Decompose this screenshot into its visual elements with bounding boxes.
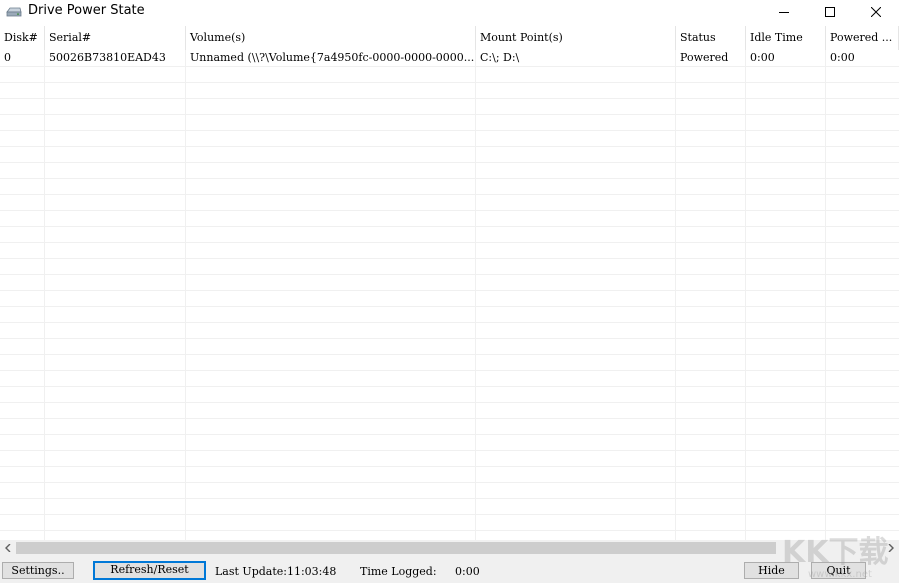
column-header-idle-time[interactable]: Idle Time	[746, 26, 826, 50]
grid-row-line	[0, 306, 899, 307]
grid-row-line	[0, 418, 899, 419]
grid-row-line	[0, 98, 899, 99]
grid-row-line	[0, 386, 899, 387]
window-title: Drive Power State	[28, 3, 145, 18]
title-bar[interactable]: Drive Power State	[0, 0, 899, 24]
grid-row-line	[0, 130, 899, 131]
grid-row-line	[0, 434, 899, 435]
cell-mount-points: C:\; D:\	[480, 51, 520, 64]
last-update-label: Last Update:11:03:48	[215, 565, 337, 578]
grid-row-line	[0, 354, 899, 355]
minimize-icon	[779, 12, 789, 13]
grid-column-line	[745, 50, 746, 540]
grid-row-line	[0, 242, 899, 243]
close-icon	[871, 7, 881, 17]
grid-row-line	[0, 146, 899, 147]
watermark-text: KK下载	[782, 535, 889, 570]
settings-button[interactable]: Settings..	[2, 562, 74, 579]
watermark-url: www.kkx.net	[808, 569, 872, 580]
grid-row-line	[0, 338, 899, 339]
cell-powered: 0:00	[830, 51, 855, 64]
time-logged-value: 0:00	[455, 565, 480, 578]
grid-row-line	[0, 82, 899, 83]
grid-row-line	[0, 498, 899, 499]
maximize-icon	[825, 7, 835, 17]
grid-row-line	[0, 274, 899, 275]
grid-row-line	[0, 370, 899, 371]
grid-row-line	[0, 290, 899, 291]
table-row[interactable]: 0 50026B73810EAD43 Unnamed (\\?\Volume{7…	[0, 50, 899, 66]
column-header-disk[interactable]: Disk#	[0, 26, 45, 50]
grid-row-line	[0, 322, 899, 323]
column-header-serial[interactable]: Serial#	[45, 26, 186, 50]
close-button[interactable]	[853, 0, 899, 24]
column-header-volumes[interactable]: Volume(s)	[186, 26, 476, 50]
grid-row-line	[0, 258, 899, 259]
cell-status: Powered	[680, 51, 729, 64]
column-header-status[interactable]: Status	[676, 26, 746, 50]
cell-disk: 0	[4, 51, 11, 64]
time-logged-label: Time Logged:	[360, 565, 437, 578]
chevron-left-icon	[5, 544, 11, 552]
grid-row-line	[0, 226, 899, 227]
drive-list[interactable]: Disk# Serial# Volume(s) Mount Point(s) S…	[0, 26, 899, 540]
grid-row-line	[0, 66, 899, 67]
column-header-powered[interactable]: Powered ...	[826, 26, 899, 50]
scroll-left-button[interactable]	[0, 540, 16, 556]
grid-row-line	[0, 514, 899, 515]
grid-column-line	[825, 50, 826, 540]
grid-row-line	[0, 210, 899, 211]
cell-serial: 50026B73810EAD43	[49, 51, 166, 64]
grid-row-line	[0, 466, 899, 467]
drive-icon	[6, 6, 22, 18]
watermark-logo: KK下载 www.kkx.net	[778, 530, 896, 580]
grid-row-line	[0, 402, 899, 403]
refresh-reset-button[interactable]: Refresh/Reset	[93, 561, 206, 580]
cell-volumes: Unnamed (\\?\Volume{7a4950fc-0000-0000-0…	[190, 51, 475, 64]
grid-row-line	[0, 530, 899, 531]
cell-idle-time: 0:00	[750, 51, 775, 64]
grid-row-line	[0, 178, 899, 179]
maximize-button[interactable]	[807, 0, 853, 24]
column-header-mount-points[interactable]: Mount Point(s)	[476, 26, 676, 50]
scrollbar-thumb[interactable]	[16, 542, 776, 554]
table-header: Disk# Serial# Volume(s) Mount Point(s) S…	[0, 26, 899, 50]
minimize-button[interactable]	[761, 0, 807, 24]
grid-row-line	[0, 194, 899, 195]
grid-row-line	[0, 162, 899, 163]
grid-column-line	[185, 50, 186, 540]
grid-row-line	[0, 450, 899, 451]
grid-column-line	[44, 50, 45, 540]
grid-row-line	[0, 114, 899, 115]
grid-row-line	[0, 482, 899, 483]
horizontal-scrollbar[interactable]	[0, 540, 899, 556]
footer-bar: Settings.. Refresh/Reset Last Update:11:…	[0, 556, 899, 583]
grid-column-line	[475, 50, 476, 540]
grid-column-line	[675, 50, 676, 540]
